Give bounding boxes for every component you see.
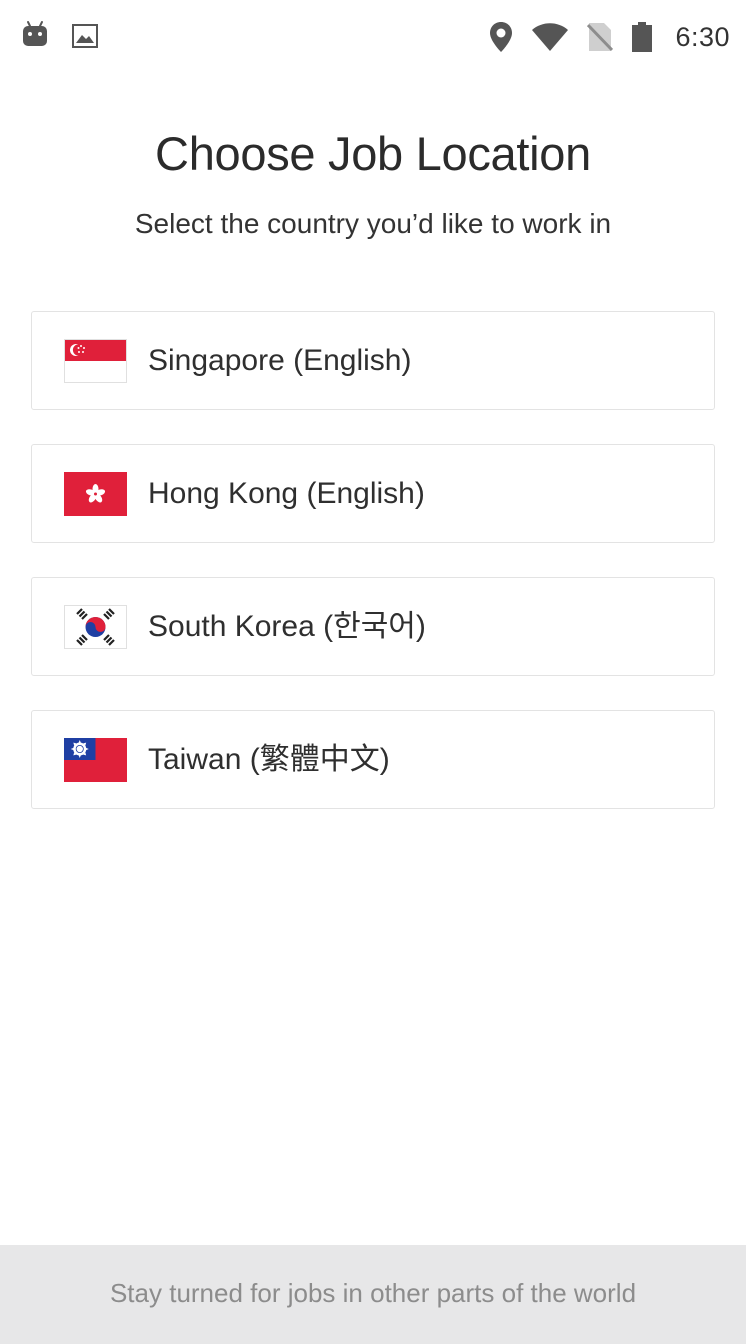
country-option-label: South Korea (한국어) [148, 610, 426, 643]
no-sim-icon [587, 22, 614, 52]
status-time: 6:30 [675, 21, 730, 52]
country-option-label: Singapore (English) [148, 344, 412, 377]
south-korea-flag-icon [64, 605, 127, 649]
location-icon [489, 21, 513, 53]
country-option-label: Taiwan (繁體中文) [148, 743, 390, 776]
page-title: Choose Job Location [155, 127, 591, 180]
country-option-taiwan[interactable]: Taiwan (繁體中文) [31, 710, 715, 809]
status-bar: 6:30 [0, 0, 746, 74]
country-option-singapore[interactable]: Singapore (English) [31, 311, 715, 410]
taiwan-flag-icon [64, 738, 127, 782]
footer-banner: Stay turned for jobs in other parts of t… [0, 1245, 746, 1344]
country-option-south-korea[interactable]: South Korea (한국어) [31, 577, 715, 676]
android-icon [22, 20, 48, 53]
battery-icon [631, 21, 653, 53]
wifi-icon [531, 22, 569, 52]
country-list: Singapore (English) Hong Kong (English) [31, 311, 715, 843]
image-icon [72, 24, 98, 53]
hong-kong-flag-icon [64, 472, 127, 516]
singapore-flag-icon [64, 339, 127, 383]
country-option-label: Hong Kong (English) [148, 477, 425, 510]
page-subtitle: Select the country you’d like to work in [134, 208, 612, 239]
country-option-hong-kong[interactable]: Hong Kong (English) [31, 444, 715, 543]
footer-text: Stay turned for jobs in other parts of t… [109, 1278, 637, 1308]
